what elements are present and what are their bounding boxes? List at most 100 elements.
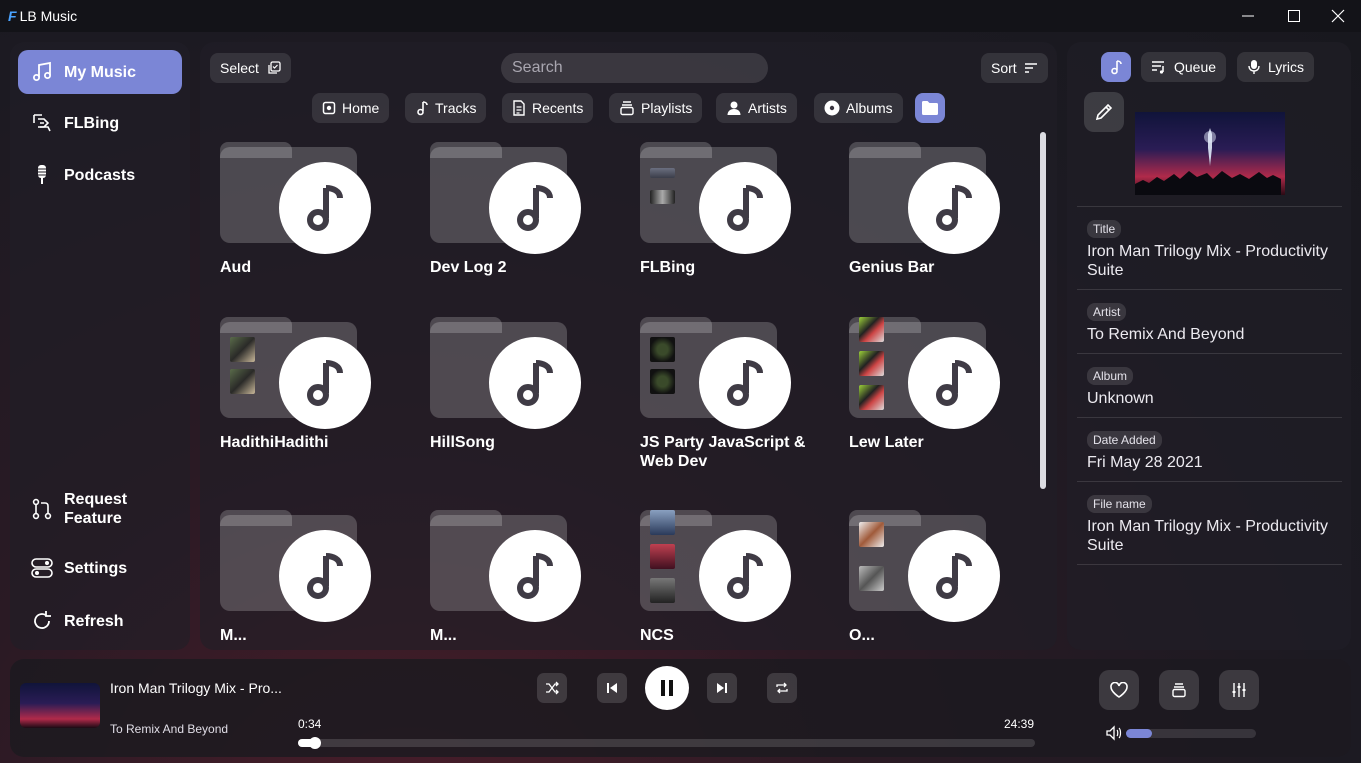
folder-art [640,500,830,622]
music-note-icon [908,337,1000,429]
select-label: Select [220,60,259,76]
folder-name: O... [849,627,875,642]
sidebar-item-podcasts[interactable]: Podcasts [18,153,182,197]
grid-scrollbar[interactable] [1040,132,1046,489]
sort-icon [1024,63,1037,73]
folder-art [220,307,410,429]
close-button[interactable] [1315,0,1361,32]
album-thumbnail [650,337,675,362]
tab-lyrics[interactable]: Lyrics [1237,52,1315,82]
queue-icon [1151,60,1167,74]
folder-name: M... [220,627,247,642]
folder-card[interactable]: HillSong [430,307,620,451]
sidebar-item-flbing[interactable]: FLBing [18,101,182,145]
info-title: Title Iron Man Trilogy Mix - Productivit… [1077,206,1342,290]
next-button[interactable] [707,673,737,703]
folder-art [640,132,830,254]
pause-button[interactable] [645,666,689,710]
album-thumbnail [650,578,675,603]
folder-art [849,500,1036,622]
info-date-added: Date Added Fri May 28 2021 [1077,417,1342,481]
folder-card[interactable]: JS Party JavaScript & Web Dev [640,307,830,470]
equalizer-button[interactable] [1219,670,1259,710]
shuffle-icon [546,681,559,695]
sidebar-item-label: Request Feature [64,491,128,527]
document-icon [512,100,526,116]
select-multiple-icon [268,61,281,74]
tab-artists[interactable]: Artists [716,93,797,123]
volume-button[interactable] [1106,725,1122,746]
sidebar-item-settings[interactable]: Settings [18,546,182,590]
music-notes-icon [30,60,54,84]
info-label: Date Added [1087,431,1162,449]
folder-card[interactable]: M... [430,500,620,642]
folder-card[interactable]: O... [849,500,1036,642]
info-value: Iron Man Trilogy Mix - Productivity Suit… [1087,243,1328,279]
music-note-icon [489,337,581,429]
maximize-button[interactable] [1271,0,1317,32]
sidebar: My Music FLBing Podcasts Request Feature… [10,42,190,650]
sort-button[interactable]: Sort [981,53,1048,83]
title-bar: F LB Music [0,0,1361,32]
tab-albums[interactable]: Albums [814,93,903,123]
info-value: Iron Man Trilogy Mix - Productivity Suit… [1087,518,1328,554]
folder-card[interactable]: Genius Bar [849,132,1036,276]
folder-card[interactable]: Lew Later [849,307,1036,451]
tab-recents[interactable]: Recents [502,93,594,123]
pause-icon [661,680,673,696]
progress-slider[interactable] [298,737,1035,749]
music-note-icon [415,100,429,116]
previous-button[interactable] [597,673,627,703]
search-input[interactable] [501,53,768,83]
folder-card[interactable]: Dev Log 2 [430,132,620,276]
stack-icon [1172,683,1186,698]
volume-slider[interactable] [1126,729,1256,738]
tab-playlists[interactable]: Playlists [609,93,703,123]
sidebar-item-label: FLBing [64,114,120,132]
minimize-icon [1242,15,1254,17]
volume-icon [1106,725,1122,741]
album-art [1135,112,1285,195]
folder-card[interactable]: FLBing [640,132,830,276]
folder-card[interactable]: NCS [640,500,830,642]
skip-previous-icon [607,683,617,693]
tab-now-playing[interactable] [1101,52,1131,82]
info-file-name: File name Iron Man Trilogy Mix - Product… [1077,481,1342,565]
favorite-button[interactable] [1099,670,1139,710]
edit-button[interactable] [1084,92,1124,132]
progress-handle[interactable] [308,737,321,749]
sidebar-item-my-music[interactable]: My Music [18,50,182,94]
tab-folders[interactable] [915,93,945,123]
folder-name: M... [430,627,457,642]
add-to-playlist-button[interactable] [1159,670,1199,710]
sidebar-item-request-feature[interactable]: Request Feature [18,487,182,531]
repeat-icon [776,682,788,694]
info-value: Unknown [1087,390,1154,407]
select-button[interactable]: Select [210,53,291,83]
folder-card[interactable]: HadithiHadithi [220,307,410,451]
folder-art [430,307,620,429]
sidebar-item-label: Refresh [64,612,124,630]
folder-name: HadithiHadithi [220,434,329,451]
repeat-button[interactable] [767,673,797,703]
tab-tracks[interactable]: Tracks [405,93,487,123]
sidebar-item-refresh[interactable]: Refresh [18,599,182,643]
tab-label: Queue [1174,59,1217,75]
tab-queue[interactable]: Queue [1141,52,1227,82]
library-panel: Select Sort Home Tracks Recents Playlist… [200,42,1057,650]
info-album: Album Unknown [1077,353,1342,417]
close-icon [1331,9,1345,23]
info-label: Artist [1087,303,1127,321]
minimize-button[interactable] [1225,0,1271,32]
album-thumbnail [230,337,255,362]
stack-icon [619,100,635,116]
total-duration: 24:39 [1004,717,1035,731]
shuffle-button[interactable] [537,673,567,703]
tab-home[interactable]: Home [312,93,390,123]
folder-name: FLBing [640,259,696,276]
folder-card[interactable]: Aud [220,132,410,276]
now-playing-panel: Queue Lyrics Title Iron Man Trilogy Mix … [1067,42,1351,650]
folder-card[interactable]: M... [220,500,410,642]
now-playing-art[interactable] [20,683,100,728]
music-note-icon [1111,60,1122,75]
